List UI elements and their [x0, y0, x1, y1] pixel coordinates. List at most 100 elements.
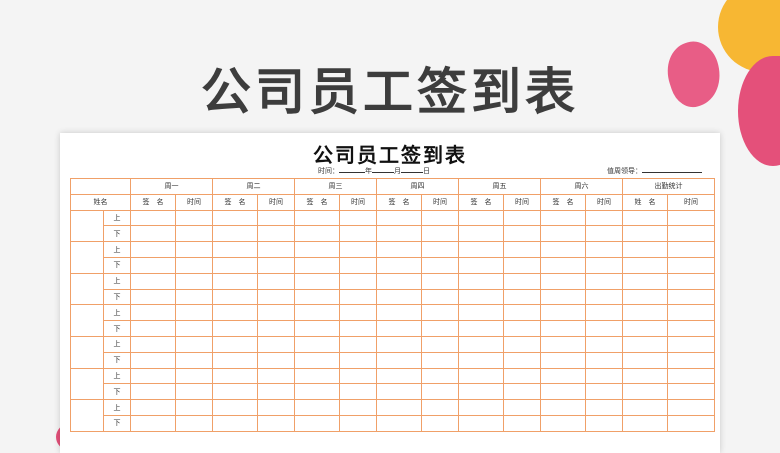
- entry-cell[interactable]: [212, 272, 258, 290]
- entry-cell[interactable]: [257, 367, 295, 385]
- entry-cell[interactable]: [503, 399, 541, 416]
- entry-cell[interactable]: [622, 383, 668, 401]
- entry-cell[interactable]: [585, 351, 623, 369]
- entry-cell[interactable]: [540, 399, 586, 416]
- entry-cell[interactable]: [339, 320, 377, 337]
- entry-cell[interactable]: [585, 335, 623, 353]
- entry-cell[interactable]: [294, 304, 340, 322]
- entry-cell[interactable]: [257, 399, 295, 416]
- entry-cell[interactable]: [376, 256, 422, 274]
- entry-cell[interactable]: [257, 288, 295, 306]
- entry-cell[interactable]: [339, 414, 377, 432]
- entry-cell[interactable]: [376, 367, 422, 385]
- entry-cell[interactable]: [376, 399, 422, 416]
- entry-cell[interactable]: [540, 351, 586, 369]
- entry-cell[interactable]: [175, 383, 213, 401]
- entry-cell[interactable]: [667, 256, 715, 274]
- entry-cell[interactable]: [130, 320, 176, 337]
- entry-cell[interactable]: [421, 288, 459, 306]
- entry-cell[interactable]: [540, 335, 586, 353]
- entry-cell[interactable]: [257, 304, 295, 322]
- entry-cell[interactable]: [175, 367, 213, 385]
- entry-cell[interactable]: [622, 351, 668, 369]
- name-cell[interactable]: [70, 367, 104, 401]
- entry-cell[interactable]: [458, 241, 504, 258]
- entry-cell[interactable]: [540, 414, 586, 432]
- entry-cell[interactable]: [622, 209, 668, 227]
- entry-cell[interactable]: [294, 351, 340, 369]
- name-cell[interactable]: [70, 241, 104, 274]
- entry-cell[interactable]: [667, 414, 715, 432]
- entry-cell[interactable]: [294, 383, 340, 401]
- entry-cell[interactable]: [339, 209, 377, 227]
- entry-cell[interactable]: [376, 414, 422, 432]
- entry-cell[interactable]: [540, 225, 586, 243]
- entry-cell[interactable]: [212, 288, 258, 306]
- entry-cell[interactable]: [257, 256, 295, 274]
- entry-cell[interactable]: [503, 241, 541, 258]
- entry-cell[interactable]: [257, 320, 295, 337]
- entry-cell[interactable]: [212, 209, 258, 227]
- entry-cell[interactable]: [130, 272, 176, 290]
- entry-cell[interactable]: [130, 414, 176, 432]
- entry-cell[interactable]: [212, 414, 258, 432]
- entry-cell[interactable]: [503, 304, 541, 322]
- name-cell[interactable]: [70, 304, 104, 337]
- name-cell[interactable]: [70, 272, 104, 306]
- entry-cell[interactable]: [540, 383, 586, 401]
- entry-cell[interactable]: [585, 288, 623, 306]
- entry-cell[interactable]: [667, 351, 715, 369]
- entry-cell[interactable]: [339, 367, 377, 385]
- entry-cell[interactable]: [421, 256, 459, 274]
- entry-cell[interactable]: [130, 209, 176, 227]
- entry-cell[interactable]: [585, 241, 623, 258]
- entry-cell[interactable]: [540, 320, 586, 337]
- entry-cell[interactable]: [294, 414, 340, 432]
- entry-cell[interactable]: [339, 225, 377, 243]
- entry-cell[interactable]: [622, 288, 668, 306]
- entry-cell[interactable]: [421, 367, 459, 385]
- entry-cell[interactable]: [458, 288, 504, 306]
- entry-cell[interactable]: [622, 304, 668, 322]
- entry-cell[interactable]: [339, 383, 377, 401]
- entry-cell[interactable]: [257, 272, 295, 290]
- entry-cell[interactable]: [503, 272, 541, 290]
- entry-cell[interactable]: [667, 383, 715, 401]
- entry-cell[interactable]: [376, 225, 422, 243]
- entry-cell[interactable]: [622, 414, 668, 432]
- entry-cell[interactable]: [212, 335, 258, 353]
- entry-cell[interactable]: [376, 288, 422, 306]
- entry-cell[interactable]: [421, 351, 459, 369]
- entry-cell[interactable]: [503, 209, 541, 227]
- entry-cell[interactable]: [421, 335, 459, 353]
- entry-cell[interactable]: [376, 383, 422, 401]
- entry-cell[interactable]: [175, 241, 213, 258]
- entry-cell[interactable]: [175, 288, 213, 306]
- entry-cell[interactable]: [540, 209, 586, 227]
- entry-cell[interactable]: [294, 256, 340, 274]
- entry-cell[interactable]: [503, 414, 541, 432]
- entry-cell[interactable]: [175, 256, 213, 274]
- entry-cell[interactable]: [130, 335, 176, 353]
- entry-cell[interactable]: [294, 288, 340, 306]
- entry-cell[interactable]: [585, 272, 623, 290]
- entry-cell[interactable]: [585, 304, 623, 322]
- entry-cell[interactable]: [257, 414, 295, 432]
- entry-cell[interactable]: [339, 241, 377, 258]
- entry-cell[interactable]: [376, 351, 422, 369]
- entry-cell[interactable]: [294, 209, 340, 227]
- entry-cell[interactable]: [667, 335, 715, 353]
- entry-cell[interactable]: [540, 272, 586, 290]
- entry-cell[interactable]: [667, 209, 715, 227]
- entry-cell[interactable]: [175, 320, 213, 337]
- name-cell[interactable]: [70, 335, 104, 369]
- entry-cell[interactable]: [421, 383, 459, 401]
- entry-cell[interactable]: [130, 241, 176, 258]
- entry-cell[interactable]: [130, 304, 176, 322]
- entry-cell[interactable]: [503, 383, 541, 401]
- entry-cell[interactable]: [212, 304, 258, 322]
- name-cell[interactable]: [70, 209, 104, 243]
- entry-cell[interactable]: [257, 383, 295, 401]
- entry-cell[interactable]: [585, 256, 623, 274]
- entry-cell[interactable]: [667, 367, 715, 385]
